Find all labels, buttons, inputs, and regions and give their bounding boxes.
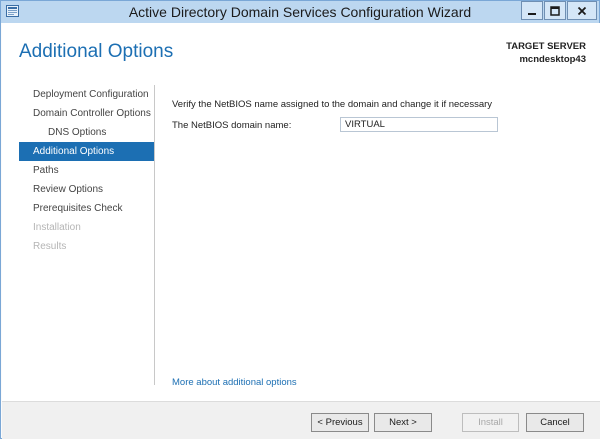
page-title: Additional Options <box>19 41 174 62</box>
cancel-button[interactable]: Cancel <box>526 413 584 432</box>
nav-item-prerequisites-check[interactable]: Prerequisites Check <box>19 199 154 218</box>
nav-item-installation: Installation <box>33 222 81 233</box>
nav-item-domain-controller-options[interactable]: Domain Controller Options <box>19 104 154 123</box>
install-button: Install <box>462 413 519 432</box>
title-bar[interactable]: Active Directory Domain Services Configu… <box>1 1 599 23</box>
maximize-button[interactable] <box>544 1 566 20</box>
wizard-content: Additional Options TARGET SERVER mcndesk… <box>2 23 600 401</box>
wizard-footer: < Previous Next > Install Cancel <box>2 401 600 439</box>
nav-item-results: Results <box>33 241 67 252</box>
instruction-text: Verify the NetBIOS name assigned to the … <box>172 99 493 110</box>
netbios-name-label: The NetBIOS domain name: <box>172 120 292 131</box>
minimize-icon <box>527 6 537 16</box>
maximize-icon <box>550 5 560 16</box>
nav-item-deployment-configuration[interactable]: Deployment Configuration <box>19 85 154 104</box>
nav-item-paths[interactable]: Paths <box>19 161 154 180</box>
more-about-additional-options-link[interactable]: More about additional options <box>172 377 297 388</box>
next-button[interactable]: Next > <box>374 413 432 432</box>
netbios-name-input[interactable] <box>340 117 498 132</box>
close-icon <box>577 6 587 16</box>
nav-item-review-options[interactable]: Review Options <box>19 180 154 199</box>
wizard-window: Active Directory Domain Services Configu… <box>0 0 600 439</box>
minimize-button[interactable] <box>521 1 543 20</box>
wizard-step-nav: Deployment Configuration Domain Controll… <box>19 85 155 385</box>
close-button[interactable] <box>567 1 597 20</box>
target-server-label: TARGET SERVER <box>506 41 586 52</box>
target-server-name: mcndesktop43 <box>519 54 586 65</box>
nav-item-dns-options[interactable]: DNS Options <box>19 123 154 142</box>
previous-button[interactable]: < Previous <box>311 413 369 432</box>
window-title: Active Directory Domain Services Configu… <box>128 4 472 20</box>
nav-item-additional-options[interactable]: Additional Options <box>19 142 154 161</box>
